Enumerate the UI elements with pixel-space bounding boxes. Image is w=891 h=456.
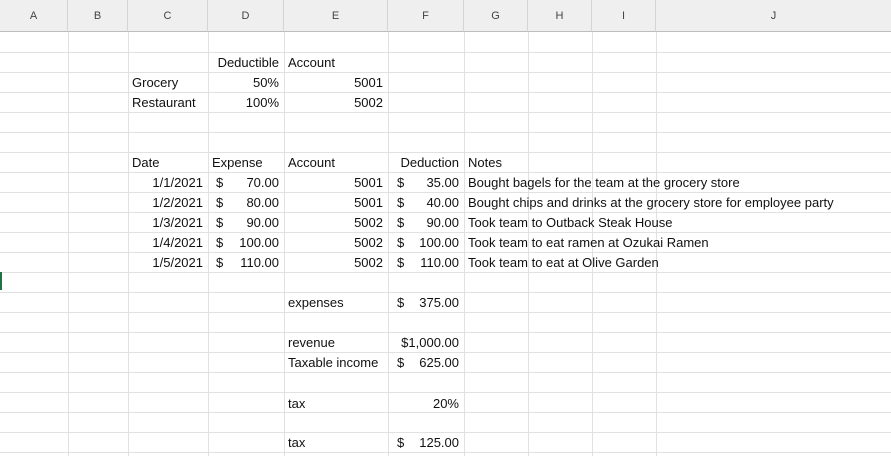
- row-deduction[interactable]: 40.00: [388, 193, 464, 213]
- rate-account-restaurant[interactable]: 5002: [284, 93, 388, 113]
- row-expense[interactable]: 110.00: [208, 253, 284, 273]
- tax-rate-value[interactable]: 20%: [388, 394, 464, 414]
- rate-account-grocery[interactable]: 5001: [284, 73, 388, 93]
- column-header-f[interactable]: F: [388, 0, 464, 32]
- header-rate-account[interactable]: Account: [284, 53, 388, 73]
- row-date[interactable]: 1/5/2021: [128, 253, 208, 273]
- column-header-h[interactable]: H: [528, 0, 592, 32]
- column-header-b[interactable]: B: [68, 0, 128, 32]
- row-date[interactable]: 1/2/2021: [128, 193, 208, 213]
- row-expense[interactable]: 100.00: [208, 233, 284, 253]
- header-expense[interactable]: Expense: [208, 153, 284, 173]
- row-account[interactable]: 5002: [284, 233, 388, 253]
- spreadsheet-grid[interactable]: A B C D E F G H I J Deductible Account G…: [0, 0, 891, 456]
- column-header-d[interactable]: D: [208, 0, 284, 32]
- row-notes[interactable]: Took team to eat at Olive Garden: [464, 253, 891, 273]
- row-notes[interactable]: Bought chips and drinks at the grocery s…: [464, 193, 891, 213]
- taxable-income-value[interactable]: 625.00: [388, 353, 464, 373]
- row-expense[interactable]: 70.00: [208, 173, 284, 193]
- expenses-label[interactable]: expenses: [284, 293, 388, 313]
- column-header-c[interactable]: C: [128, 0, 208, 32]
- row-date[interactable]: 1/1/2021: [128, 173, 208, 193]
- header-deduction[interactable]: Deduction: [388, 153, 464, 173]
- column-header-e[interactable]: E: [284, 0, 388, 32]
- row-expense[interactable]: 90.00: [208, 213, 284, 233]
- row-expense[interactable]: 80.00: [208, 193, 284, 213]
- rate-deductible-restaurant[interactable]: 100%: [208, 93, 284, 113]
- tax-label[interactable]: tax: [284, 433, 388, 453]
- row-notes[interactable]: Took team to eat ramen at Ozukai Ramen: [464, 233, 891, 253]
- gridline-horizontal: [0, 132, 891, 133]
- row-date[interactable]: 1/4/2021: [128, 233, 208, 253]
- row-date[interactable]: 1/3/2021: [128, 213, 208, 233]
- row-deduction[interactable]: 100.00: [388, 233, 464, 253]
- row-account[interactable]: 5001: [284, 193, 388, 213]
- row-notes[interactable]: Took team to Outback Steak House: [464, 213, 891, 233]
- expenses-value[interactable]: 375.00: [388, 293, 464, 313]
- row-account[interactable]: 5002: [284, 253, 388, 273]
- column-header-i[interactable]: I: [592, 0, 656, 32]
- header-deductible[interactable]: Deductible: [208, 53, 284, 73]
- rate-category-restaurant[interactable]: Restaurant: [128, 93, 208, 113]
- row-account[interactable]: 5002: [284, 213, 388, 233]
- rate-deductible-grocery[interactable]: 50%: [208, 73, 284, 93]
- tax-rate-label[interactable]: tax: [284, 394, 388, 414]
- column-header-j[interactable]: J: [656, 0, 891, 32]
- revenue-value[interactable]: $1,000.00: [388, 333, 464, 353]
- revenue-label[interactable]: revenue: [284, 333, 388, 353]
- header-date[interactable]: Date: [128, 153, 208, 173]
- row-account[interactable]: 5001: [284, 173, 388, 193]
- column-header-g[interactable]: G: [464, 0, 528, 32]
- row-deduction[interactable]: 35.00: [388, 173, 464, 193]
- gridline-horizontal: [0, 392, 891, 393]
- row-notes[interactable]: Bought bagels for the team at the grocer…: [464, 173, 891, 193]
- taxable-income-label[interactable]: Taxable income: [284, 353, 388, 373]
- header-account[interactable]: Account: [284, 153, 388, 173]
- gridline-horizontal: [0, 52, 891, 53]
- rate-category-grocery[interactable]: Grocery: [128, 73, 208, 93]
- tax-value[interactable]: 125.00: [388, 433, 464, 453]
- row-deduction[interactable]: 110.00: [388, 253, 464, 273]
- row-deduction[interactable]: 90.00: [388, 213, 464, 233]
- active-row-marker: [0, 272, 2, 290]
- column-header-a[interactable]: A: [0, 0, 68, 32]
- header-notes[interactable]: Notes: [464, 153, 584, 173]
